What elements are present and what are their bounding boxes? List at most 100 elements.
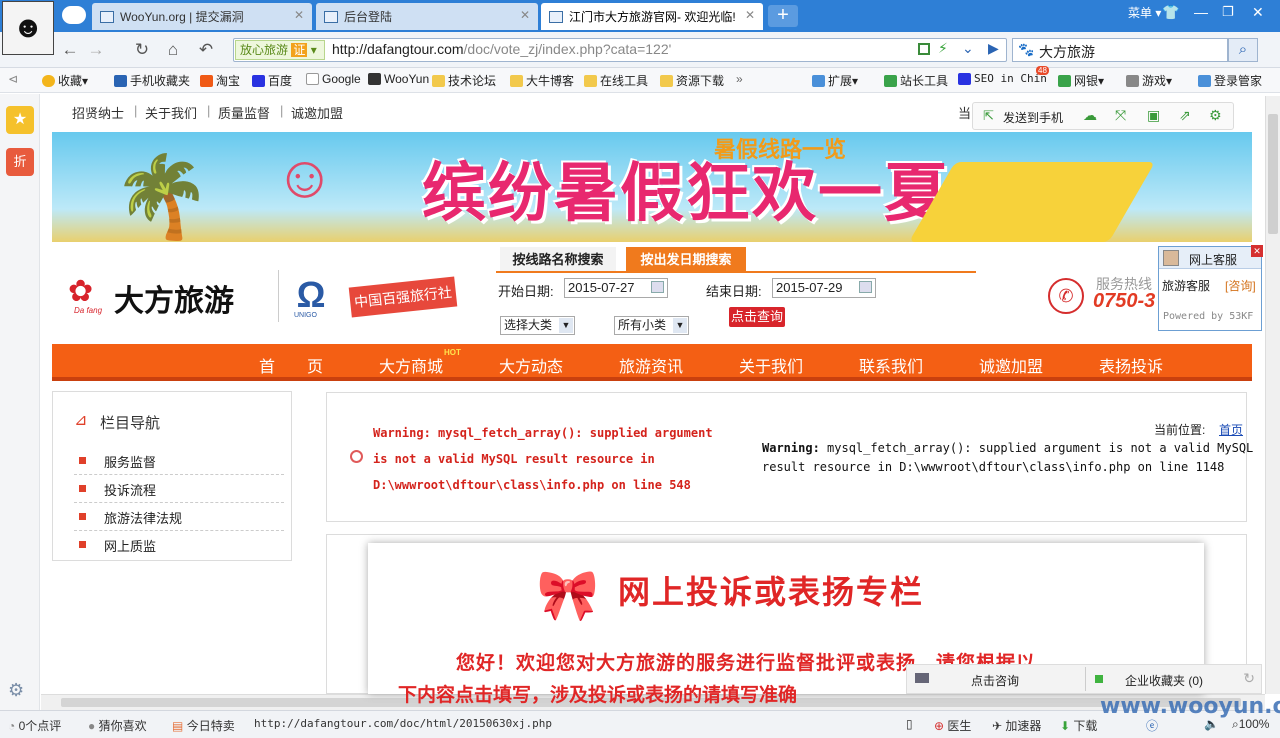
comments-status[interactable]: ◔ 0个点评: [8, 717, 61, 734]
nav-travel-info[interactable]: 旅游资讯: [619, 353, 683, 377]
vertical-scrollbar[interactable]: [1265, 96, 1280, 694]
search-input[interactable]: 🐾 大方旅游: [1012, 38, 1228, 62]
bookmark-baidu[interactable]: 百度: [252, 72, 292, 89]
dropdown-icon[interactable]: ⌄: [962, 40, 974, 57]
gear-icon[interactable]: ⚙: [1209, 107, 1222, 124]
bookmark-google[interactable]: Google: [306, 72, 361, 86]
discount-icon[interactable]: 折: [6, 148, 34, 176]
tab-dafang[interactable]: 江门市大方旅游官网- 欢迎光临! ✕: [541, 3, 763, 30]
url-text[interactable]: http://dafangtour.com/doc/vote_zj/index.…: [332, 41, 671, 57]
consult-link[interactable]: [咨询]: [1225, 277, 1256, 294]
undo-icon[interactable]: ↶: [194, 40, 218, 60]
back-icon[interactable]: ←: [58, 40, 82, 60]
end-date-input[interactable]: 2015-07-29: [772, 278, 876, 298]
sidebar-toggle-icon[interactable]: ⊲: [8, 72, 18, 86]
reload-icon[interactable]: ↻: [130, 40, 154, 60]
zoom-level[interactable]: ⌕100%: [1232, 717, 1269, 732]
bookmark-ebank[interactable]: 网银 ▾: [1058, 72, 1104, 89]
restore-icon[interactable]: ❐: [1222, 4, 1234, 20]
close-window-icon[interactable]: ✕: [1252, 4, 1264, 21]
calendar-icon[interactable]: [859, 281, 872, 293]
enterprise-fav-button[interactable]: 企业收藏夹 (0): [1125, 672, 1203, 689]
home-icon[interactable]: ⌂: [161, 40, 185, 60]
bookmark-login-manager[interactable]: 登录管家: [1198, 72, 1262, 89]
nav-home[interactable]: 首 页: [259, 353, 323, 377]
top-link-join[interactable]: 诚邀加盟: [291, 103, 343, 122]
save-icon[interactable]: ▣: [1147, 107, 1160, 124]
guess-you-like[interactable]: ● 猜你喜欢: [88, 717, 147, 734]
doctor-button[interactable]: ⊕ 医生: [934, 717, 971, 734]
lightning-icon[interactable]: ⚡: [938, 40, 948, 57]
go-icon[interactable]: ▶: [988, 40, 999, 57]
nav-news[interactable]: 大方动态: [499, 353, 563, 377]
mobile-icon[interactable]: ▯: [906, 717, 913, 731]
cloud-icon[interactable]: [62, 6, 86, 24]
column-item-supervision[interactable]: 服务监督: [104, 452, 156, 471]
today-deals[interactable]: ▤ 今日特卖: [172, 717, 235, 734]
column-item-travel-law[interactable]: 旅游法律法规: [104, 508, 182, 527]
bookmark-favorites[interactable]: 收藏 ▾: [42, 72, 88, 89]
bookmark-forum[interactable]: 技术论坛: [432, 72, 496, 89]
top-link-quality[interactable]: 质量监督: [218, 103, 270, 122]
tab-search-by-name[interactable]: 按线路名称搜索: [500, 247, 616, 273]
nav-mall[interactable]: 大方商城: [379, 353, 443, 377]
tab-search-by-date[interactable]: 按出发日期搜索: [626, 247, 746, 273]
close-icon[interactable]: ✕: [520, 8, 530, 22]
close-icon[interactable]: ✕: [294, 8, 304, 22]
bookmark-taobao[interactable]: 淘宝: [200, 72, 240, 89]
bookmark-blog[interactable]: 大牛博客: [510, 72, 574, 89]
company-logo[interactable]: 大方旅游: [114, 276, 234, 320]
bookmark-mobile[interactable]: 手机收藏夹: [114, 72, 190, 89]
powered-by[interactable]: Powered by 53KF: [1163, 311, 1253, 322]
safe-badge[interactable]: 放心旅游 证 ▾: [235, 40, 325, 60]
nav-feedback[interactable]: 表扬投诉: [1099, 353, 1163, 377]
download-button[interactable]: ⬇ 下载: [1060, 717, 1097, 734]
qr-icon[interactable]: [918, 43, 930, 55]
scroll-thumb[interactable]: [1268, 114, 1278, 234]
nav-contact[interactable]: 联系我们: [859, 353, 923, 377]
more-bookmarks-icon[interactable]: »: [736, 72, 743, 86]
search-icon[interactable]: ⌕: [1228, 38, 1258, 62]
cloud-sync-icon[interactable]: ☁: [1083, 107, 1097, 124]
new-tab-button[interactable]: +: [768, 5, 798, 27]
consult-button[interactable]: 点击咨询: [971, 672, 1019, 689]
tab-wooyun[interactable]: WooYun.org | 提交漏洞 ✕: [92, 3, 312, 30]
minimize-icon[interactable]: —: [1194, 4, 1208, 20]
top-link-jobs[interactable]: 招贤纳士: [72, 103, 124, 122]
forward-icon[interactable]: →: [84, 40, 108, 60]
category-select[interactable]: 选择大类 ▼: [500, 316, 575, 335]
bookmark-webmaster[interactable]: 站长工具: [884, 72, 948, 89]
tab-admin-login[interactable]: 后台登陆 ✕: [316, 3, 538, 30]
skin-icon[interactable]: 👕: [1162, 4, 1179, 21]
close-icon[interactable]: ✕: [745, 8, 755, 22]
menu-button[interactable]: 菜单 ▾: [1128, 4, 1161, 21]
summer-banner[interactable]: 🌴 ☺ 缤纷暑假狂欢一夏 暑假线路一览: [52, 132, 1252, 242]
refresh-icon[interactable]: ↻: [1243, 670, 1255, 687]
user-avatar[interactable]: ☻: [2, 1, 54, 55]
subcategory-select[interactable]: 所有小类 ▼: [614, 316, 689, 335]
bookmark-extensions[interactable]: 扩展 ▾: [812, 72, 858, 89]
nav-join[interactable]: 诚邀加盟: [979, 353, 1043, 377]
close-icon[interactable]: ✕: [1251, 245, 1263, 257]
bookmark-wooyun[interactable]: WooYun: [368, 72, 429, 86]
calendar-icon[interactable]: [651, 281, 664, 293]
share-icon[interactable]: ⇗: [1179, 107, 1191, 124]
send-to-phone-button[interactable]: 发送到手机: [1003, 109, 1063, 126]
ie-icon[interactable]: ⓔ: [1146, 717, 1158, 734]
column-item-online-quality[interactable]: 网上质监: [104, 536, 156, 555]
settings-gear-icon[interactable]: ⚙: [8, 680, 24, 701]
accelerator-button[interactable]: ✈ 加速器: [992, 717, 1041, 734]
start-date-input[interactable]: 2015-07-27: [564, 278, 668, 298]
query-button[interactable]: 点击查询: [729, 307, 785, 327]
service-item[interactable]: 旅游客服: [1162, 277, 1210, 294]
current-position-home-link[interactable]: 首页: [1219, 421, 1243, 438]
favorites-star-icon[interactable]: ★: [6, 106, 34, 134]
top-link-about[interactable]: 关于我们: [145, 103, 197, 122]
bookmark-downloads[interactable]: 资源下载: [660, 72, 724, 89]
fullscreen-icon[interactable]: ⤧: [1115, 107, 1126, 124]
column-item-complaint-process[interactable]: 投诉流程: [104, 480, 156, 499]
send-phone-icon[interactable]: ⇱: [983, 108, 994, 124]
speaker-icon[interactable]: 🔈: [1204, 717, 1219, 731]
bookmark-seo[interactable]: SEO in Chin: [958, 72, 1047, 85]
bookmark-games[interactable]: 游戏 ▾: [1126, 72, 1172, 89]
